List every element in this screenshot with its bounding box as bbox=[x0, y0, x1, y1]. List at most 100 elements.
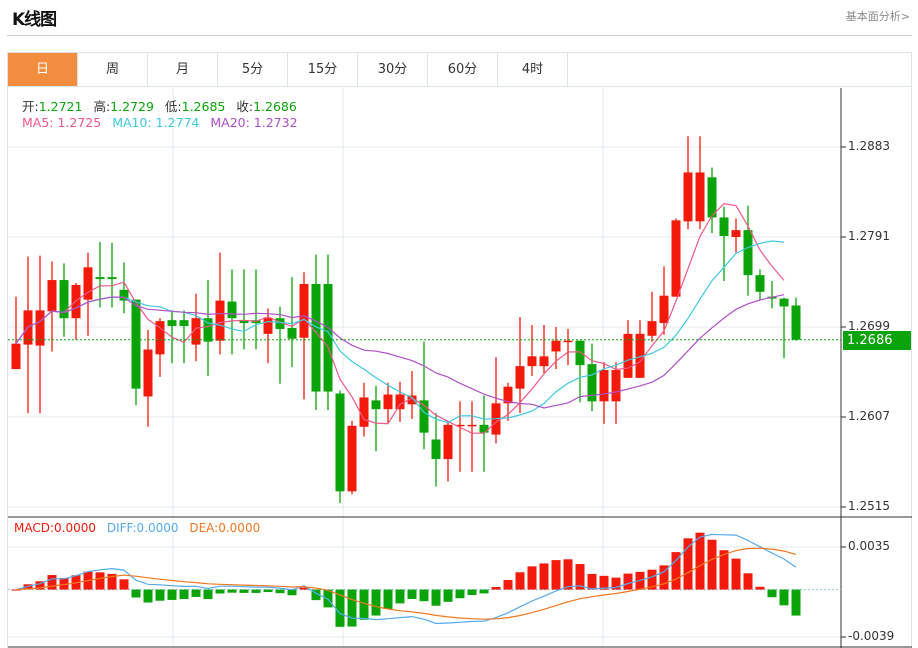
macd-bar bbox=[515, 572, 525, 590]
candle-down bbox=[707, 177, 717, 218]
candle-down bbox=[719, 217, 729, 237]
candle-down bbox=[227, 301, 237, 319]
ohlc-legend: 开:1.2721 高:1.2729 低:1.2685 收:1.2686 bbox=[22, 96, 304, 115]
macd-bar bbox=[215, 589, 225, 594]
macd-value: MACD:0.0000 bbox=[14, 521, 97, 535]
macd-bar bbox=[467, 589, 477, 596]
candle-up bbox=[683, 172, 693, 222]
candle-up bbox=[527, 356, 537, 367]
close-label: 收: bbox=[236, 99, 254, 114]
macd-bar bbox=[179, 589, 189, 600]
macd-bar bbox=[371, 589, 381, 616]
macd-bar bbox=[203, 589, 213, 600]
macd-bar bbox=[743, 573, 753, 590]
macd-bar bbox=[551, 560, 561, 590]
macd-bar bbox=[131, 589, 141, 598]
candle-down bbox=[311, 283, 321, 392]
macd-tick: -0.0039 bbox=[848, 629, 895, 643]
macd-bar bbox=[323, 589, 333, 608]
macd-bar bbox=[47, 575, 57, 590]
candle-up bbox=[731, 230, 741, 237]
candle-down bbox=[431, 439, 441, 460]
candle-up bbox=[143, 349, 153, 397]
candle-up bbox=[563, 340, 573, 343]
macd-bar bbox=[587, 573, 597, 590]
candle-up bbox=[467, 424, 477, 427]
macd-bar bbox=[407, 589, 417, 599]
macd-bar bbox=[683, 538, 693, 590]
macd-bar bbox=[191, 589, 201, 597]
macd-bar bbox=[779, 589, 789, 606]
candle-down bbox=[791, 305, 801, 340]
macd-bar bbox=[167, 589, 177, 600]
macd-bar bbox=[623, 573, 633, 590]
macd-bar bbox=[695, 532, 705, 590]
macd-bar bbox=[239, 589, 249, 593]
candle-down bbox=[179, 320, 189, 327]
candle-up bbox=[35, 310, 45, 346]
macd-bar bbox=[287, 589, 297, 596]
candle-up bbox=[383, 394, 393, 410]
candle-up bbox=[671, 220, 681, 297]
macd-bar bbox=[791, 589, 801, 616]
macd-legend: MACD:0.0000 DIFF:0.0000 DEA:0.0000 bbox=[14, 521, 267, 535]
macd-bar bbox=[119, 579, 129, 590]
macd-bar bbox=[383, 589, 393, 609]
candle-down bbox=[479, 424, 489, 433]
macd-bar bbox=[347, 589, 357, 627]
candle-up bbox=[215, 300, 225, 341]
candle-down bbox=[743, 230, 753, 276]
diff-value: DIFF:0.0000 bbox=[106, 521, 179, 535]
high-label: 高: bbox=[93, 99, 111, 114]
open-label: 开: bbox=[22, 99, 39, 114]
candle-up bbox=[611, 370, 621, 402]
candle-up bbox=[539, 356, 549, 367]
macd-bar bbox=[479, 589, 489, 594]
candle-up bbox=[443, 424, 453, 460]
candle-up bbox=[299, 283, 309, 338]
macd-bar bbox=[95, 572, 105, 590]
macd-bar bbox=[395, 589, 405, 604]
macd-bar bbox=[227, 589, 237, 593]
macd-bar bbox=[491, 587, 501, 590]
candle-down bbox=[167, 320, 177, 327]
candle-down bbox=[779, 298, 789, 307]
candle-down bbox=[95, 277, 105, 280]
macd-bar bbox=[563, 559, 573, 590]
ma-legend: MA5: 1.2725 MA10: 1.2774 MA20: 1.2732 bbox=[22, 115, 305, 130]
candle-down bbox=[287, 327, 297, 339]
macd-bar bbox=[443, 589, 453, 602]
dea-value: DEA:0.0000 bbox=[189, 521, 261, 535]
macd-bar bbox=[251, 589, 261, 593]
macd-bar bbox=[431, 589, 441, 606]
price-tick: 1.2791 bbox=[848, 229, 890, 243]
macd-bar bbox=[527, 566, 537, 590]
candle-up bbox=[695, 172, 705, 222]
candle-up bbox=[347, 425, 357, 492]
macd-bar bbox=[455, 589, 465, 599]
ma20-value: MA20: 1.2732 bbox=[210, 115, 298, 130]
macd-bar bbox=[707, 539, 717, 590]
macd-tick: 0.0035 bbox=[848, 539, 890, 553]
macd-bar bbox=[755, 586, 765, 590]
ma10-value: MA10: 1.2774 bbox=[112, 115, 200, 130]
candle-up bbox=[659, 295, 669, 324]
open-value: 1.2721 bbox=[38, 99, 83, 114]
price-tick: 1.2515 bbox=[848, 499, 890, 513]
high-value: 1.2729 bbox=[110, 99, 154, 114]
candle-down bbox=[371, 400, 381, 410]
macd-bar bbox=[539, 563, 549, 590]
macd-bar bbox=[275, 589, 285, 594]
current-price-tag: 1.2686 bbox=[843, 331, 911, 350]
candle-down bbox=[335, 393, 345, 492]
candle-up bbox=[647, 321, 657, 336]
candle-up bbox=[515, 366, 525, 389]
candle-down bbox=[755, 275, 765, 292]
candle-up bbox=[11, 343, 21, 370]
candle-up bbox=[263, 318, 273, 334]
candle-down bbox=[107, 277, 117, 280]
low-label: 低: bbox=[164, 99, 182, 114]
macd-bar bbox=[419, 589, 429, 602]
close-value: 1.2686 bbox=[253, 99, 297, 114]
macd-bar bbox=[143, 589, 153, 603]
